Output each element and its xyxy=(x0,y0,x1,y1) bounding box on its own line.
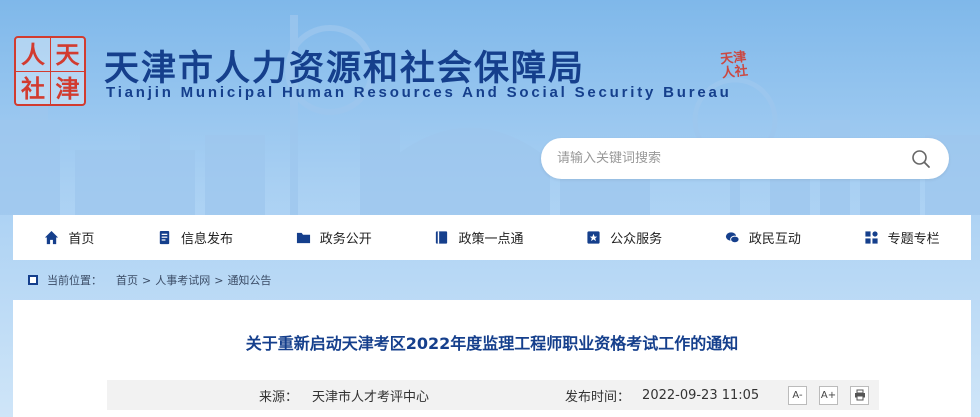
nav-item-public-service[interactable]: 公众服务 xyxy=(586,228,662,247)
print-button[interactable] xyxy=(850,385,869,405)
breadcrumb-separator: > xyxy=(142,273,152,287)
article-title: 关于重新启动天津考区2022年度监理工程师职业资格考试工作的通知 xyxy=(245,334,739,353)
logo-char: 津 xyxy=(50,71,84,105)
nav-item-info-release[interactable]: 信息发布 xyxy=(157,228,233,247)
nav-item-policy[interactable]: 政策一点通 xyxy=(434,228,523,247)
breadcrumb-link-notice[interactable]: 通知公告 xyxy=(227,272,271,288)
nav-item-label: 专题专栏 xyxy=(887,232,940,247)
source-value: 天津市人才考评中心 xyxy=(312,389,430,405)
breadcrumb-label: 当前位置： xyxy=(47,274,102,287)
logo-char: 天 xyxy=(50,38,84,71)
home-icon xyxy=(45,230,59,245)
nav-item-government-affairs[interactable]: 政务公开 xyxy=(296,228,372,247)
font-increase-button[interactable]: A+ xyxy=(819,385,838,405)
logo-char: 人 xyxy=(21,40,45,69)
source-label: 来源： xyxy=(259,389,299,405)
document-icon xyxy=(159,230,170,245)
breadcrumb-link-home[interactable]: 首页 xyxy=(116,272,138,288)
main-nav: 首页 信息发布 政务公开 政策一点通 公众服务 政民互动 专题专栏 xyxy=(13,215,971,260)
publish-time-label: 发布时间： xyxy=(565,389,631,405)
breadcrumb-separator: > xyxy=(214,273,224,287)
nav-item-label: 公众服务 xyxy=(610,232,663,247)
red-stamp-seal: 天津 人社 xyxy=(713,50,757,98)
chat-icon xyxy=(725,232,740,244)
book-icon xyxy=(436,231,448,244)
article-tools: A- A+ xyxy=(788,385,869,405)
nav-item-label: 政务公开 xyxy=(319,232,372,247)
nav-item-label: 政民互动 xyxy=(748,232,801,247)
breadcrumb-link-exam[interactable]: 人事考试网 xyxy=(155,272,210,288)
search-icon[interactable] xyxy=(901,139,941,179)
nav-item-special-topics[interactable]: 专题专栏 xyxy=(864,228,940,247)
publish-time-value: 2022-09-23 11:05 xyxy=(642,387,760,403)
grid-icon xyxy=(864,231,878,244)
search-box xyxy=(541,138,949,179)
breadcrumb: 当前位置： 首页 > 人事考试网 > 通知公告 xyxy=(13,265,971,295)
search-input[interactable] xyxy=(557,151,901,166)
site-subtitle: Tianjin Municipal Human Resources And So… xyxy=(106,84,732,101)
print-icon xyxy=(854,389,865,401)
folder-icon xyxy=(296,232,310,244)
stamp-text: 人社 xyxy=(721,63,749,82)
skyline-background xyxy=(0,15,980,215)
bureau-logo-seal[interactable]: 人 天 社 津 xyxy=(14,36,86,106)
location-pin-icon xyxy=(28,275,38,285)
nav-item-home[interactable]: 首页 xyxy=(44,228,94,247)
article-panel: 关于重新启动天津考区2022年度监理工程师职业资格考试工作的通知 来源： 天津市… xyxy=(13,300,971,417)
logo-char: 社 xyxy=(16,71,50,105)
star-badge-icon xyxy=(587,231,600,244)
nav-item-label: 信息发布 xyxy=(181,232,234,247)
nav-item-label: 政策一点通 xyxy=(458,232,524,247)
nav-item-interaction[interactable]: 政民互动 xyxy=(725,228,801,247)
article-meta-bar: 来源： 天津市人才考评中心 发布时间： 2022-09-23 11:05 A- … xyxy=(107,380,879,410)
nav-item-label: 首页 xyxy=(68,232,95,247)
font-decrease-button[interactable]: A- xyxy=(788,385,807,405)
